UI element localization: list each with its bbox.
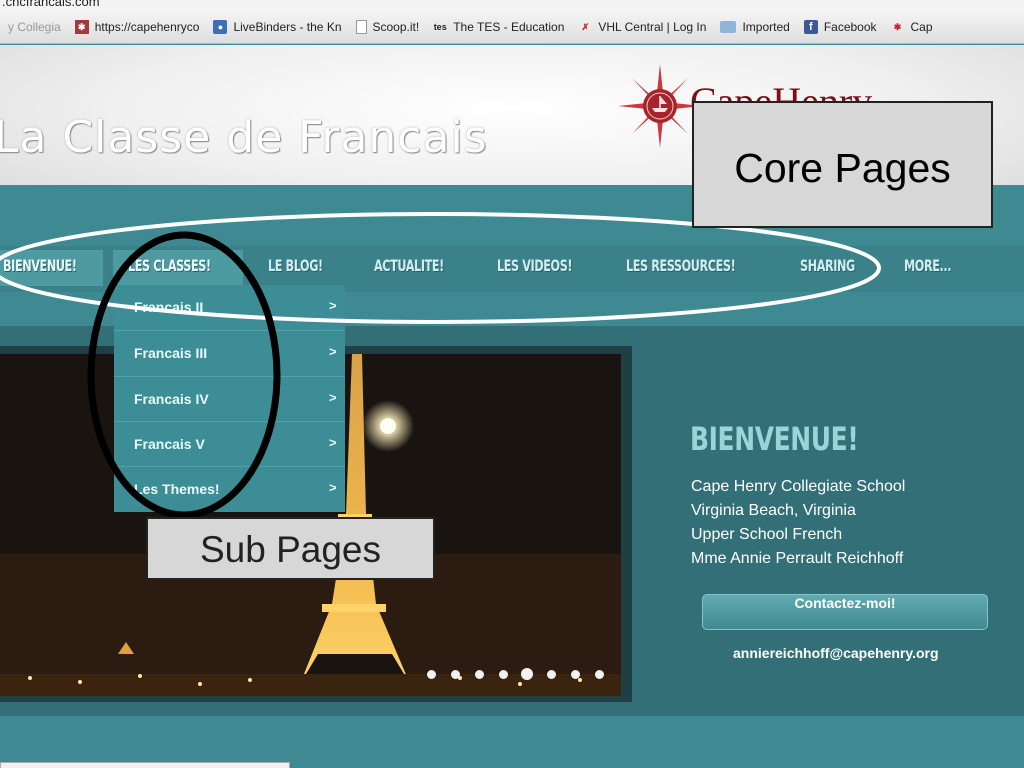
bookmark-label: Facebook xyxy=(823,19,877,34)
slideshow-dot[interactable] xyxy=(474,669,484,679)
chevron-right-icon: > xyxy=(329,298,337,313)
bookmark-imported[interactable]: Imported xyxy=(712,10,795,43)
nav-actualite[interactable]: ACTUALITE! xyxy=(374,256,444,282)
teacher-name: Mme Annie Perrault Reichhoff xyxy=(691,550,904,567)
core-pages-callout: Core Pages xyxy=(692,101,993,228)
bookmark-label: The TES - Education xyxy=(453,19,565,34)
chevron-right-icon: > xyxy=(329,344,337,359)
nav-sharing[interactable]: SHARING xyxy=(800,256,855,282)
folder-icon xyxy=(720,20,737,33)
slideshow-dot[interactable] xyxy=(521,668,533,680)
nav-les-videos[interactable]: LES VIDEOS! xyxy=(497,256,573,282)
chevron-right-icon: > xyxy=(329,435,337,450)
dropdown-item-francais-v[interactable]: Francais V > xyxy=(114,421,345,466)
core-pages-label: Core Pages xyxy=(734,145,951,191)
nav-les-ressources[interactable]: LES RESSOURCES! xyxy=(626,256,736,282)
slideshow-dot[interactable] xyxy=(570,669,580,679)
bookmark-label: y Collegia xyxy=(8,19,61,34)
bookmark-tes[interactable]: tes The TES - Education xyxy=(425,10,570,43)
favicon-icon: ✱ xyxy=(74,19,89,34)
dropdown-item-les-themes[interactable]: Les Themes! > xyxy=(114,466,345,511)
nav-le-blog[interactable]: LE BLOG! xyxy=(268,256,323,282)
browser-status-bar xyxy=(0,762,290,768)
page-icon xyxy=(355,19,367,34)
bookmark-label: VHL Central | Log In xyxy=(598,19,707,34)
chevron-right-icon: > xyxy=(329,480,337,495)
bookmark-label: https://capehenryco xyxy=(94,19,200,34)
bookmark-label: LiveBinders - the Kn xyxy=(233,19,342,34)
footer-band xyxy=(0,716,1024,768)
email-link[interactable]: anniereichhoff@capehenry.org xyxy=(733,645,939,661)
tes-icon: tes xyxy=(433,21,447,32)
welcome-heading: BIENVENUE! xyxy=(690,420,859,458)
dropdown-item-francais-iii[interactable]: Francais III > xyxy=(114,330,345,375)
bookmark-capehenry[interactable]: ✱ https://capehenryco xyxy=(67,10,206,43)
bookmark-label: Scoop.it! xyxy=(372,19,420,34)
dropdown-item-label: Francais IV xyxy=(134,391,209,407)
slideshow-dot[interactable] xyxy=(426,669,436,679)
slideshow-dot[interactable] xyxy=(546,669,556,679)
bookmark-cap[interactable]: ✱ Cap xyxy=(883,10,939,43)
facebook-icon: f xyxy=(803,19,818,34)
school-division: Upper School French xyxy=(691,526,843,543)
dropdown-item-francais-iv[interactable]: Francais IV > xyxy=(114,376,345,421)
slideshow-dot[interactable] xyxy=(450,669,460,679)
sub-pages-callout: Sub Pages xyxy=(146,517,435,580)
bookmark-scoopit[interactable]: Scoop.it! xyxy=(348,10,426,43)
school-location: Virginia Beach, Virginia xyxy=(691,502,856,519)
livebinders-icon: ● xyxy=(213,19,228,34)
bookmark-facebook[interactable]: f Facebook xyxy=(796,10,883,43)
slideshow-dot[interactable] xyxy=(498,669,508,679)
slideshow-dot[interactable] xyxy=(594,669,604,679)
dropdown-item-label: Francais II xyxy=(134,299,204,315)
dropdown-item-label: Francais V xyxy=(134,436,205,452)
bookmark-vhl[interactable]: ✗ VHL Central | Log In xyxy=(570,10,712,43)
nav-les-classes[interactable]: LES CLASSES! xyxy=(128,256,211,282)
bookmark-livebinders[interactable]: ● LiveBinders - the Kn xyxy=(205,10,347,43)
bookmark-label: Cap xyxy=(910,19,933,34)
dropdown-item-francais-ii[interactable]: Francais II > xyxy=(114,285,345,330)
nav-bienvenue[interactable]: BIENVENUE! xyxy=(3,256,77,282)
vhl-icon: ✗ xyxy=(581,21,590,32)
chevron-right-icon: > xyxy=(329,390,337,405)
dropdown-item-label: Francais III xyxy=(134,345,208,361)
bookmark-label: Imported xyxy=(742,19,790,34)
address-bar[interactable]: .chcfrancais.com xyxy=(0,0,1024,10)
dropdown-item-label: Les Themes! xyxy=(134,481,220,497)
bookmarks-bar: y Collegia ✱ https://capehenryco ● LiveB… xyxy=(0,10,1024,44)
sub-pages-label: Sub Pages xyxy=(199,529,382,570)
nav-more[interactable]: MORE... xyxy=(904,256,951,282)
contact-button[interactable]: Contactez-moi! xyxy=(702,594,988,630)
school-name: Cape Henry Collegiate School xyxy=(691,478,906,495)
url-text: .chcfrancais.com xyxy=(2,0,100,9)
les-classes-dropdown: Francais II > Francais III > Francais IV… xyxy=(114,285,345,512)
site-title[interactable]: La Classe de Francais xyxy=(0,112,488,163)
capehenry-icon: ✱ xyxy=(893,21,902,32)
bookmark-collegiate[interactable]: y Collegia xyxy=(0,10,67,43)
